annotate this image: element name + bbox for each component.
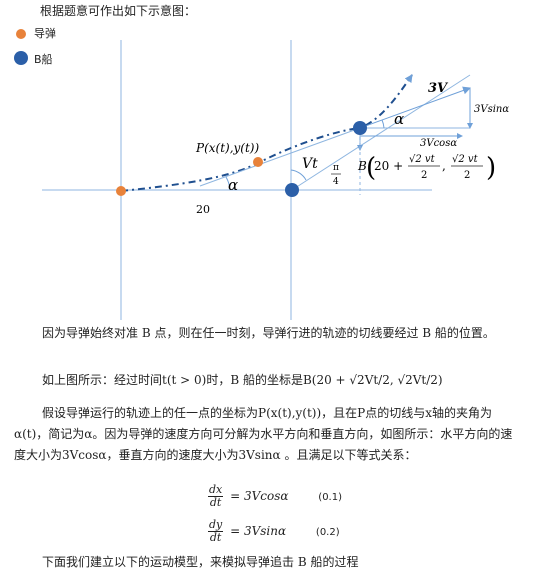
label-p: P(x(t),y(t)) bbox=[195, 141, 259, 155]
label-b-rparen: ) bbox=[486, 153, 496, 183]
pursuit-diagram: 3V 3Vsinα 3Vcosα α α Vt π 4 P(x(t),y(t))… bbox=[42, 40, 509, 320]
eq2-denominator: dt bbox=[209, 531, 222, 544]
label-3v: 3V bbox=[428, 81, 449, 96]
svg-text:,: , bbox=[442, 159, 446, 173]
eq2-tag: (0.2) bbox=[315, 527, 340, 538]
eq1-denominator: dt bbox=[209, 496, 222, 509]
label-vt: Vt bbox=[302, 156, 318, 172]
label-alpha-lower: α bbox=[228, 176, 238, 194]
cut-off-line: 下面我们建立以下的运动模型，来模拟导弹追击 B 船的过程 bbox=[42, 555, 359, 569]
label-20: 20 bbox=[196, 203, 210, 216]
missile-point-p bbox=[253, 157, 263, 167]
alpha-arc-upper bbox=[381, 119, 385, 129]
label-b-num2: √2 vt bbox=[452, 154, 479, 165]
label-4: 4 bbox=[333, 177, 339, 187]
label-b-open: 20 + bbox=[374, 159, 403, 173]
label-3vsin: 3Vsinα bbox=[474, 104, 509, 115]
label-b-den2: 2 bbox=[464, 170, 470, 181]
label-b-den1: 2 bbox=[421, 170, 427, 181]
eq1-rhs: = 3Vcosα bbox=[230, 489, 289, 503]
velocity-3v-arrow bbox=[359, 86, 471, 129]
missile-start-point bbox=[116, 186, 126, 196]
ship-point-b bbox=[353, 121, 367, 135]
equation-0-1: dx dt = 3Vcosα (0.1) bbox=[208, 484, 342, 509]
eq2-rhs: = 3Vsinα bbox=[230, 524, 287, 538]
equation-0-2: dy dt = 3Vsinα (0.2) bbox=[208, 519, 340, 544]
paragraph-1: 因为导弹始终对准 B 点，则在任一时刻，导弹行进的轨迹的切线要经过 B 船的位置… bbox=[42, 326, 495, 340]
label-3vcos: 3Vcosα bbox=[420, 138, 457, 149]
label-pi: π bbox=[333, 163, 339, 173]
paragraph-3: 假设导弹运行的轨迹上的任一点的坐标为P(x(t),y(t))，且在P点的切线与x… bbox=[14, 406, 513, 462]
paragraph-2: 如上图所示：经过时间t(t > 0)时，B 船的坐标是B(20 + √2Vt/2… bbox=[42, 373, 443, 387]
eq1-tag: (0.1) bbox=[318, 492, 343, 503]
label-b-num1: √2 vt bbox=[409, 154, 436, 165]
label-alpha-upper: α bbox=[394, 110, 404, 128]
ship-start-point bbox=[285, 183, 299, 197]
